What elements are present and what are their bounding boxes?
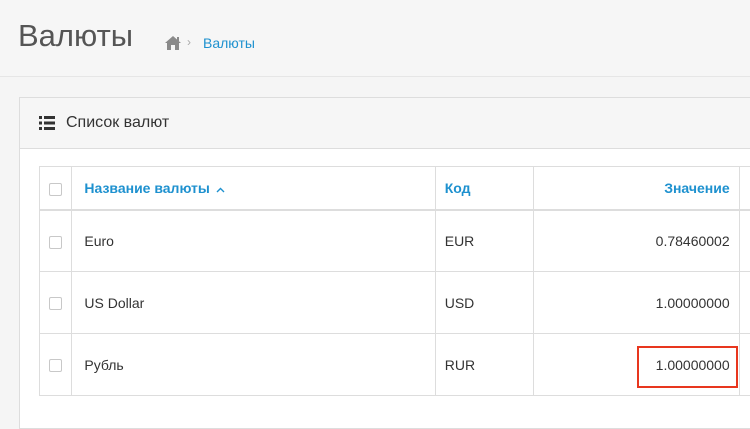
currency-code: EUR <box>435 210 533 272</box>
row-extra-cell <box>739 334 750 396</box>
table-row: Рубль RUR 1.00000000 <box>40 334 750 396</box>
table-row: Euro EUR 0.78460002 <box>40 210 750 272</box>
select-all-cell <box>40 167 72 210</box>
table-row: US Dollar USD 1.00000000 <box>40 272 750 334</box>
column-header-extra <box>739 167 750 210</box>
sort-by-value-link[interactable]: Значение <box>664 180 729 196</box>
list-icon <box>39 116 55 130</box>
currency-value: 0.78460002 <box>533 210 739 272</box>
row-checkbox[interactable] <box>49 236 62 249</box>
currency-list-panel: Список валют Название валюты Код Значени… <box>19 97 750 429</box>
panel-title: Список валют <box>66 113 169 133</box>
currency-table: Название валюты Код Значение Euro <box>39 166 750 396</box>
currency-value: 1.00000000 <box>533 334 739 396</box>
currency-name: Euro <box>72 210 435 272</box>
row-check-cell <box>40 272 72 334</box>
row-extra-cell <box>739 210 750 272</box>
row-checkbox[interactable] <box>49 297 62 310</box>
row-checkbox[interactable] <box>49 359 62 372</box>
currency-name: US Dollar <box>72 272 435 334</box>
row-check-cell <box>40 210 72 272</box>
currency-name: Рубль <box>72 334 435 396</box>
page-header: Валюты › Валюты <box>0 0 750 77</box>
column-header-code: Код <box>435 167 533 210</box>
sort-by-name-link[interactable]: Название валюты <box>84 180 225 196</box>
currency-code: RUR <box>435 334 533 396</box>
row-extra-cell <box>739 272 750 334</box>
column-name-label: Название валюты <box>84 180 210 196</box>
panel-heading: Список валют <box>20 98 750 149</box>
home-icon[interactable] <box>164 34 182 52</box>
breadcrumb-separator: › <box>187 35 191 49</box>
table-header-row: Название валюты Код Значение <box>40 167 750 210</box>
page-title: Валюты <box>18 16 133 56</box>
breadcrumb-currencies-link[interactable]: Валюты <box>203 33 255 53</box>
sort-by-code-link[interactable]: Код <box>445 180 471 196</box>
sort-ascending-icon <box>213 184 225 196</box>
row-check-cell <box>40 334 72 396</box>
currency-code: USD <box>435 272 533 334</box>
column-header-name: Название валюты <box>72 167 435 210</box>
select-all-checkbox[interactable] <box>49 183 62 196</box>
column-header-value: Значение <box>533 167 739 210</box>
currency-value: 1.00000000 <box>533 272 739 334</box>
